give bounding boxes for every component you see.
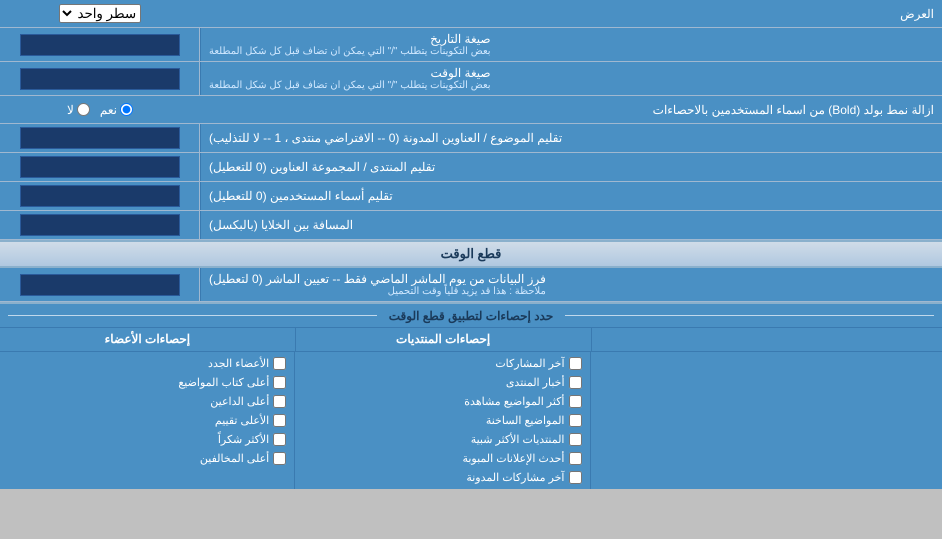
checkbox-blog-posts[interactable] [569, 471, 582, 484]
stats-col-members: الأعضاء الجدد أعلى كتاب المواضيع أعلى ال… [0, 352, 294, 489]
checkbox-most-viewed[interactable] [569, 395, 582, 408]
checkbox-most-thanked[interactable] [273, 433, 286, 446]
cell-spacing-input[interactable]: 2 [20, 214, 180, 236]
stats-col-header-members: إحصاءات الأعضاء [0, 328, 295, 351]
bold-yes-radio[interactable] [120, 103, 133, 116]
stats-col-header-forums: إحصاءات المنتديات [295, 328, 591, 351]
forum-titles-row: تقليم المنتدى / المجموعة العناوين (0 للت… [0, 153, 942, 182]
cell-spacing-input-wrapper: 2 [0, 211, 200, 239]
cell-spacing-label: المسافة بين الخلايا (بالبكسل) [200, 211, 942, 239]
forum-titles-input-wrapper: 33 [0, 153, 200, 181]
checkbox-forum-news[interactable] [569, 376, 582, 389]
display-input-wrapper: سطر واحدسطرينثلاثة أسطر [0, 1, 200, 26]
time-format-label: صيغة الوقت بعض التكوينات يتطلب "/" التي … [200, 62, 942, 95]
display-select[interactable]: سطر واحدسطرينثلاثة أسطر [59, 4, 141, 23]
user-names-row: تقليم أسماء المستخدمين (0 للتعطيل) 0 [0, 182, 942, 211]
subject-titles-input[interactable]: 33 [20, 127, 180, 149]
main-container: العرض سطر واحدسطرينثلاثة أسطر صيغة التار… [0, 0, 942, 489]
forum-titles-label: تقليم المنتدى / المجموعة العناوين (0 للت… [200, 153, 942, 181]
bold-remove-row: ازالة نمط بولد (Bold) من اسماء المستخدمي… [0, 96, 942, 124]
cell-spacing-row: المسافة بين الخلايا (بالبكسل) 2 [0, 211, 942, 240]
user-names-input-wrapper: 0 [0, 182, 200, 210]
checkbox-hot-topics[interactable] [569, 414, 582, 427]
date-format-row: صيغة التاريخ بعض التكوينات يتطلب "/" الت… [0, 28, 942, 62]
stats-item: المواضيع الساخنة [299, 411, 585, 430]
checkbox-top-inviters[interactable] [273, 395, 286, 408]
stats-item: أحدث الإعلانات المبوبة [299, 449, 585, 468]
checkbox-top-authors[interactable] [273, 376, 286, 389]
bold-remove-no[interactable]: لا [67, 103, 90, 117]
checkbox-latest-classifieds[interactable] [569, 452, 582, 465]
bold-remove-options: نعم لا [0, 100, 200, 120]
bold-remove-label: ازالة نمط بولد (Bold) من اسماء المستخدمي… [200, 99, 942, 121]
time-format-input[interactable]: H:i [20, 68, 180, 90]
stats-section: حدد إحصاءات لتطبيق قطع الوقت إحصاءات الم… [0, 302, 942, 489]
bold-remove-yes[interactable]: نعم [100, 103, 133, 117]
user-names-label: تقليم أسماء المستخدمين (0 للتعطيل) [200, 182, 942, 210]
stats-rows: آخر المشاركات أخبار المنتدى أكثر المواضي… [0, 352, 942, 489]
checkbox-top-rated[interactable] [273, 414, 286, 427]
stats-item: المنتديات الأكثر شبية [299, 430, 585, 449]
stats-col-empty [590, 352, 942, 489]
stats-item: الأكثر شكراً [4, 430, 290, 449]
checkbox-top-violators[interactable] [273, 452, 286, 465]
stats-col-forums: آخر المشاركات أخبار المنتدى أكثر المواضي… [294, 352, 589, 489]
subject-titles-input-wrapper: 33 [0, 124, 200, 152]
stats-col-header-empty [591, 328, 942, 351]
checkbox-similar-forums[interactable] [569, 433, 582, 446]
time-cut-row: فرز البيانات من يوم الماشر الماضي فقط --… [0, 268, 942, 302]
subject-titles-row: تقليم الموضوع / العناوين المدونة (0 -- ا… [0, 124, 942, 153]
checkbox-last-posts[interactable] [569, 357, 582, 370]
stats-item: أعلى كتاب المواضيع [4, 373, 290, 392]
stats-item: الأعلى تقييم [4, 411, 290, 430]
display-row: العرض سطر واحدسطرينثلاثة أسطر [0, 0, 942, 28]
stats-item: أخبار المنتدى [299, 373, 585, 392]
stats-item: الأعضاء الجدد [4, 354, 290, 373]
apply-row: حدد إحصاءات لتطبيق قطع الوقت [0, 304, 942, 328]
stats-item: آخر مشاركات المدونة [299, 468, 585, 487]
apply-label: حدد إحصاءات لتطبيق قطع الوقت [377, 309, 566, 323]
time-cut-header: قطع الوقت [0, 240, 942, 268]
stats-item: أعلى الداعين [4, 392, 290, 411]
date-format-input[interactable]: d-m [20, 34, 180, 56]
time-cut-label: فرز البيانات من يوم الماشر الماضي فقط --… [200, 268, 942, 301]
stats-item: آخر المشاركات [299, 354, 585, 373]
time-format-input-wrapper: H:i [0, 62, 200, 95]
display-label: العرض [200, 3, 942, 25]
subject-titles-label: تقليم الموضوع / العناوين المدونة (0 -- ا… [200, 124, 942, 152]
stats-item: أعلى المخالفين [4, 449, 290, 468]
stats-item: أكثر المواضيع مشاهدة [299, 392, 585, 411]
time-cut-input-wrapper: 0 [0, 268, 200, 301]
bold-no-radio[interactable] [77, 103, 90, 116]
date-format-input-wrapper: d-m [0, 28, 200, 61]
checkbox-new-members[interactable] [273, 357, 286, 370]
forum-titles-input[interactable]: 33 [20, 156, 180, 178]
time-format-row: صيغة الوقت بعض التكوينات يتطلب "/" التي … [0, 62, 942, 96]
user-names-input[interactable]: 0 [20, 185, 180, 207]
time-cut-input[interactable]: 0 [20, 274, 180, 296]
stats-header-row: إحصاءات المنتديات إحصاءات الأعضاء [0, 328, 942, 352]
date-format-label: صيغة التاريخ بعض التكوينات يتطلب "/" الت… [200, 28, 942, 61]
